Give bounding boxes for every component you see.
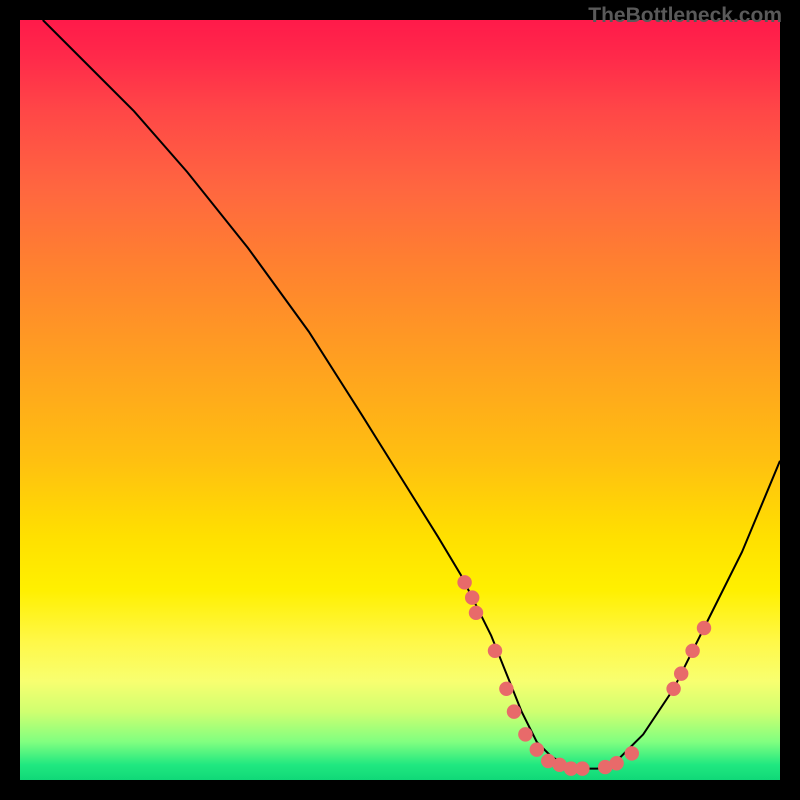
curve-marker (625, 746, 639, 760)
curve-marker (518, 727, 532, 741)
curve-marker (697, 621, 711, 635)
curve-marker (530, 742, 544, 756)
curve-marker (457, 575, 471, 589)
chart-svg (20, 20, 780, 780)
curve-path (43, 20, 780, 769)
curve-markers (457, 575, 711, 776)
curve-marker (674, 666, 688, 680)
curve-marker (469, 606, 483, 620)
curve-marker (575, 761, 589, 775)
curve-marker (488, 644, 502, 658)
curve-marker (465, 590, 479, 604)
curve-marker (685, 644, 699, 658)
curve-marker (507, 704, 521, 718)
watermark-text: TheBottleneck.com (588, 4, 782, 28)
plot-area (20, 20, 780, 780)
curve-marker (666, 682, 680, 696)
curve-marker (499, 682, 513, 696)
curve-marker (609, 756, 623, 770)
